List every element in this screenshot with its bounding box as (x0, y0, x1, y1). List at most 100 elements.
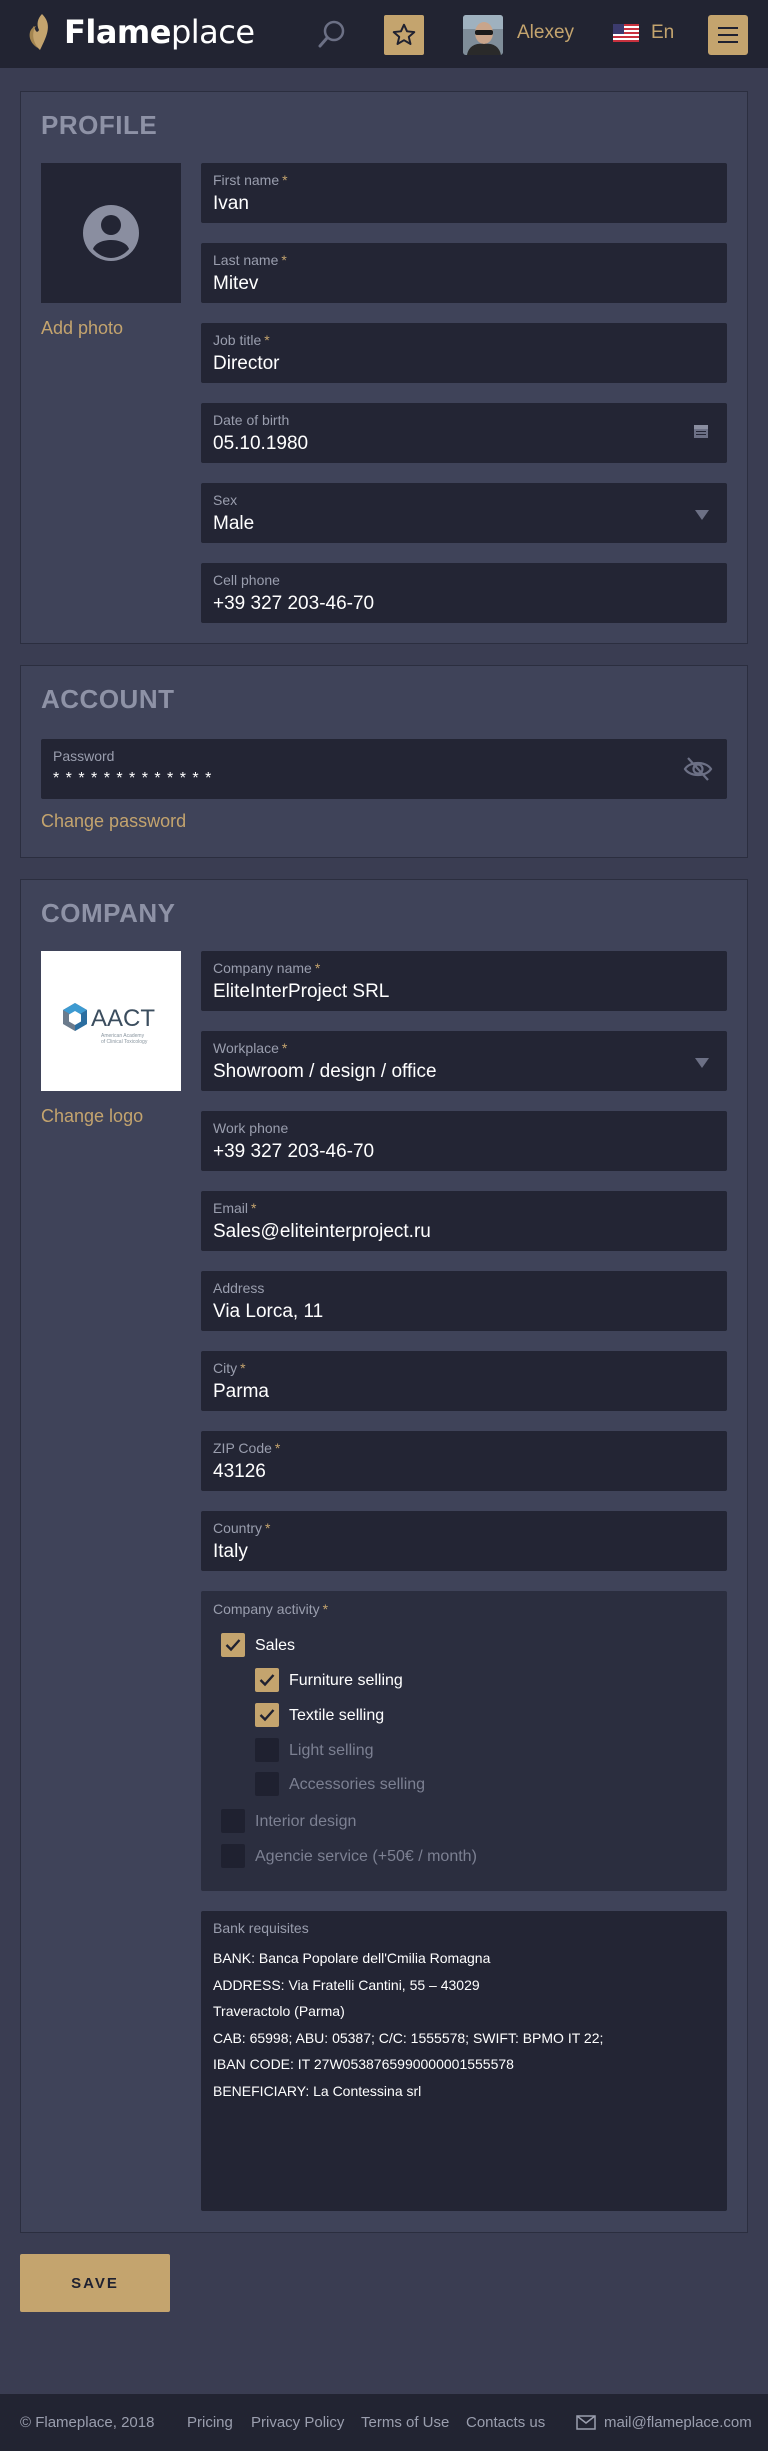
change-password-link[interactable]: Change password (41, 811, 186, 832)
work-phone-field[interactable]: Work phone +39 327 203-46-70 (201, 1111, 727, 1171)
country-label: Country (213, 1520, 263, 1536)
checkbox-textile-selling[interactable] (255, 1703, 279, 1727)
address-field[interactable]: Address Via Lorca, 11 (201, 1271, 727, 1331)
chevron-down-icon (695, 507, 709, 525)
checkbox-label[interactable]: Textile selling (289, 1707, 384, 1725)
footer-link-terms[interactable]: Terms of Use (361, 2414, 449, 2431)
email-value: Sales@eliteinterproject.ru (213, 1221, 431, 1242)
account-title: ACCOUNT (41, 684, 175, 714)
workplace-value: Showroom / design / office (213, 1061, 437, 1082)
last-name-value: Mitev (213, 273, 259, 294)
us-flag-icon[interactable] (613, 24, 639, 42)
job-title-field[interactable]: Job title * Director (201, 323, 727, 383)
field-label: First name * (213, 172, 288, 188)
first-name-value: Ivan (213, 193, 249, 214)
checkbox-label[interactable]: Accessories selling (289, 1776, 425, 1794)
header: Flameplace Alexey En (0, 0, 768, 68)
checkbox-accessories-selling[interactable] (255, 1772, 279, 1796)
checkbox-label[interactable]: Sales (255, 1637, 295, 1655)
date-of-birth-field[interactable]: Date of birth 05.10.1980 (201, 403, 727, 463)
search-icon[interactable] (316, 18, 348, 50)
checkbox-furniture-selling[interactable] (255, 1668, 279, 1692)
profile-title: PROFILE (41, 110, 158, 140)
checkbox-label[interactable]: Light selling (289, 1742, 374, 1760)
check-icon (259, 1674, 275, 1687)
required-mark: * (281, 1040, 288, 1056)
workplace-label: Workplace (213, 1040, 279, 1056)
chevron-down-icon (695, 1055, 709, 1073)
field-label: Company activity * (213, 1601, 328, 1617)
password-field[interactable]: Password * * * * * * * * * * * * * (41, 739, 727, 799)
profile-section: PROFILE Add photo First name * Ivan Last … (20, 91, 748, 644)
checkbox-label[interactable]: Interior design (255, 1813, 356, 1831)
first-name-field[interactable]: First name * Ivan (201, 163, 727, 223)
avatar[interactable] (463, 15, 503, 55)
workplace-select[interactable]: Workplace * Showroom / design / office (201, 1031, 727, 1091)
add-photo-link[interactable]: Add photo (41, 318, 123, 339)
user-name[interactable]: Alexey (517, 22, 574, 44)
checkbox-label[interactable]: Furniture selling (289, 1672, 403, 1690)
zip-code-field[interactable]: ZIP Code * 43126 (201, 1431, 727, 1491)
required-mark: * (274, 1440, 281, 1456)
required-mark: * (314, 960, 321, 976)
photo-placeholder[interactable] (41, 163, 181, 303)
footer: © Flameplace, 2018 Pricing Privacy Polic… (0, 2394, 768, 2451)
checkbox-label[interactable]: Agencie service (+50€ / month) (255, 1848, 477, 1866)
hamburger-line (718, 27, 738, 29)
sex-label: Sex (213, 492, 238, 508)
zip-code-value: 43126 (213, 1461, 266, 1482)
country-value: Italy (213, 1541, 248, 1562)
checkbox-interior-design[interactable] (221, 1809, 245, 1833)
hamburger-line (718, 41, 738, 43)
cell-phone-value: +39 327 203-46-70 (213, 593, 375, 614)
city-value: Parma (213, 1381, 269, 1402)
language-selector[interactable]: En (651, 22, 674, 44)
footer-email-link[interactable]: mail@flameplace.com (604, 2414, 752, 2431)
checkbox-agencie-service[interactable] (221, 1844, 245, 1868)
password-label: Password (53, 748, 115, 764)
work-phone-label: Work phone (213, 1120, 289, 1136)
field-label: Country * (213, 1520, 270, 1536)
footer-link-contacts[interactable]: Contacts us (466, 2414, 545, 2431)
checkbox-light-selling[interactable] (255, 1738, 279, 1762)
account-section: ACCOUNT Password * * * * * * * * * * * *… (20, 665, 748, 858)
cell-phone-field[interactable]: Cell phone +39 327 203-46-70 (201, 563, 727, 623)
logo-subtitle-2: of Clinical Toxicology (101, 1039, 148, 1045)
footer-link-pricing[interactable]: Pricing (187, 2414, 233, 2431)
email-label: Email (213, 1200, 249, 1216)
cell-phone-label: Cell phone (213, 572, 280, 588)
hamburger-line (718, 34, 738, 36)
checkbox-sales[interactable] (221, 1633, 245, 1657)
city-field[interactable]: City * Parma (201, 1351, 727, 1411)
required-mark: * (322, 1601, 329, 1617)
job-title-label: Job title (213, 332, 262, 348)
date-of-birth-label: Date of birth (213, 412, 290, 428)
sex-value: Male (213, 513, 255, 534)
job-title-value: Director (213, 353, 280, 374)
save-button[interactable]: SAVE (20, 2254, 170, 2312)
required-mark: * (264, 332, 270, 348)
company-name-value: EliteInterProject SRL (213, 981, 390, 1002)
company-name-field[interactable]: Company name * EliteInterProject SRL (201, 951, 727, 1011)
city-label: City (213, 1360, 238, 1376)
bank-requisites-textarea[interactable]: Bank requisites BANK: Banca Popolare del… (201, 1911, 727, 2211)
brand-light: place (170, 13, 255, 51)
field-label: Workplace * (213, 1040, 287, 1056)
sex-select[interactable]: Sex Male (201, 483, 727, 543)
bank-line: BANK: Banca Popolare dell'Cmilia Romagna (213, 1950, 491, 1966)
country-field[interactable]: Country * Italy (201, 1511, 727, 1571)
field-label: Email * (213, 1200, 256, 1216)
email-field[interactable]: Email * Sales@eliteinterproject.ru (201, 1191, 727, 1251)
first-name-label: First name (213, 172, 280, 188)
last-name-field[interactable]: Last name * Mitev (201, 243, 727, 303)
favorites-button[interactable] (384, 15, 424, 55)
logo[interactable]: Flameplace (22, 12, 255, 52)
company-logo[interactable]: AACT American Academy of Clinical Toxico… (41, 951, 181, 1091)
menu-button[interactable] (708, 15, 748, 55)
footer-link-privacy[interactable]: Privacy Policy (251, 2414, 344, 2431)
zip-code-label: ZIP Code (213, 1440, 272, 1456)
calendar-icon[interactable] (693, 423, 709, 444)
eye-off-icon[interactable] (683, 756, 713, 787)
change-logo-link[interactable]: Change logo (41, 1106, 143, 1127)
bank-line: CAB: 65998; ABU: 05387; C/C: 1555578; SW… (213, 2029, 604, 2046)
